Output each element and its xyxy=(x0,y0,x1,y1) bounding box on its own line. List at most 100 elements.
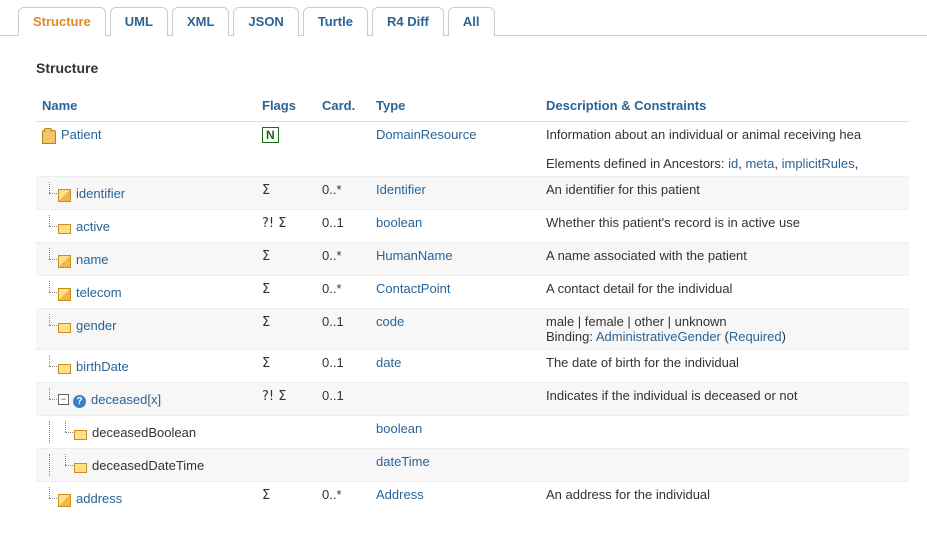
type-link[interactable]: Address xyxy=(376,487,424,502)
cardinality: 0..* xyxy=(316,482,370,515)
element-link[interactable]: gender xyxy=(76,318,116,333)
cardinality: 0..1 xyxy=(316,383,370,416)
tab-json[interactable]: JSON xyxy=(233,7,298,36)
cardinality xyxy=(316,416,370,449)
name-cell: deceasedDateTime xyxy=(42,454,250,476)
name-cell: name xyxy=(42,248,250,270)
flags: ?! Σ xyxy=(262,389,286,404)
description: The date of birth for the individual xyxy=(540,350,909,383)
tab-r4-diff[interactable]: R4 Diff xyxy=(372,7,444,36)
ancestor-link[interactable]: id xyxy=(728,156,738,171)
type-link[interactable]: DomainResource xyxy=(376,127,476,142)
row-name: nameΣ0..*HumanNameA name associated with… xyxy=(36,243,909,276)
element-link[interactable]: deceased[x] xyxy=(91,392,161,407)
name-cell: deceasedBoolean xyxy=(42,421,250,443)
type-link[interactable]: boolean xyxy=(376,421,422,436)
datatype-icon xyxy=(58,494,71,507)
ancestor-link[interactable]: meta xyxy=(745,156,774,171)
datatype-icon xyxy=(58,288,71,301)
name-cell: −? deceased[x] xyxy=(42,388,250,410)
row-deceaseddatetime: deceasedDateTime dateTime xyxy=(36,449,909,482)
element-link[interactable]: identifier xyxy=(76,186,125,201)
flags: Σ xyxy=(262,315,270,330)
row-gender: gender Σ 0..1 code male | female | other | u… xyxy=(36,309,909,350)
row-deceasedboolean: deceasedBoolean boolean xyxy=(36,416,909,449)
description: An identifier for this patient xyxy=(540,177,909,210)
flags: Σ xyxy=(262,183,270,198)
col-name: Name xyxy=(36,94,256,122)
row-birthdate: birthDateΣ0..1dateThe date of birth for … xyxy=(36,350,909,383)
cardinality: 0..1 xyxy=(316,210,370,243)
element-link[interactable]: telecom xyxy=(76,285,122,300)
cardinality xyxy=(316,449,370,482)
flags: Σ xyxy=(262,249,270,264)
type-link[interactable]: Identifier xyxy=(376,182,426,197)
flags: Σ xyxy=(262,282,270,297)
description: Indicates if the individual is deceased … xyxy=(540,383,909,416)
description: Information about an individual or anima… xyxy=(540,122,909,177)
tab-uml[interactable]: UML xyxy=(110,7,168,36)
tree-collapse-icon[interactable]: − xyxy=(58,394,69,405)
primitive-icon xyxy=(58,364,71,374)
type-link[interactable]: boolean xyxy=(376,215,422,230)
section-heading: Structure xyxy=(36,60,909,76)
element-link[interactable]: Patient xyxy=(61,127,101,142)
element-link[interactable]: address xyxy=(76,491,122,506)
flags: Σ xyxy=(262,356,270,371)
description: An address for the individual xyxy=(540,482,909,515)
type-link[interactable]: HumanName xyxy=(376,248,453,263)
element-link[interactable]: active xyxy=(76,219,110,234)
row-address: address Σ 0..* Address An address for the in… xyxy=(36,482,909,515)
flags: ?! Σ xyxy=(262,216,286,231)
description xyxy=(540,449,909,482)
row-patient: Patient N DomainResource Information about… xyxy=(36,122,909,177)
name-cell: active xyxy=(42,215,250,237)
name-cell: gender xyxy=(42,314,250,336)
col-flags: Flags xyxy=(256,94,316,122)
content: Structure NameFlagsCard.TypeDescription … xyxy=(0,36,927,534)
binding-link[interactable]: AdministrativeGender xyxy=(596,329,721,344)
element-link[interactable]: birthDate xyxy=(76,359,129,374)
cardinality: 0..* xyxy=(316,276,370,309)
structure-table: NameFlagsCard.TypeDescription & Constrai… xyxy=(36,94,909,514)
name-cell: telecom xyxy=(42,281,250,303)
type-link[interactable]: dateTime xyxy=(376,454,430,469)
description: male | female | other | unknownBinding: … xyxy=(540,309,909,350)
folder-icon xyxy=(42,130,56,144)
primitive-icon xyxy=(58,224,71,234)
binding-strength-link[interactable]: Required xyxy=(729,329,782,344)
row-telecom: telecom Σ 0..* ContactPoint A contact detail… xyxy=(36,276,909,309)
choice-icon: ? xyxy=(73,395,86,408)
datatype-icon xyxy=(58,189,71,202)
tab-bar: StructureUMLXMLJSONTurtleR4 DiffAll xyxy=(0,0,927,36)
primitive-icon xyxy=(74,430,87,440)
name-cell: identifier xyxy=(42,182,250,204)
tab-xml[interactable]: XML xyxy=(172,7,229,36)
description xyxy=(540,416,909,449)
tab-structure[interactable]: Structure xyxy=(18,7,106,36)
primitive-icon xyxy=(58,323,71,333)
description: Whether this patient's record is in acti… xyxy=(540,210,909,243)
cardinality: 0..* xyxy=(316,177,370,210)
cardinality: 0..* xyxy=(316,243,370,276)
description: A contact detail for the individual xyxy=(540,276,909,309)
name-cell: address xyxy=(42,487,250,509)
ancestor-link[interactable]: implicitRules xyxy=(782,156,855,171)
tab-turtle[interactable]: Turtle xyxy=(303,7,368,36)
normative-flag-icon: N xyxy=(262,127,279,143)
cardinality: 0..1 xyxy=(316,309,370,350)
type-link[interactable]: code xyxy=(376,314,404,329)
tab-all[interactable]: All xyxy=(448,7,495,36)
type-link[interactable]: date xyxy=(376,355,401,370)
type-link[interactable]: ContactPoint xyxy=(376,281,450,296)
name-cell: Patient xyxy=(42,127,250,142)
col-card: Card. xyxy=(316,94,370,122)
row-deceased-x-: −? deceased[x] ?! Σ 0..1 Indicates if the in… xyxy=(36,383,909,416)
datatype-icon xyxy=(58,255,71,268)
flags: Σ xyxy=(262,488,270,503)
name-cell: birthDate xyxy=(42,355,250,377)
element-link[interactable]: name xyxy=(76,252,109,267)
col-description-constraints: Description & Constraints xyxy=(540,94,909,122)
col-type: Type xyxy=(370,94,540,122)
element-label: deceasedBoolean xyxy=(92,425,196,440)
